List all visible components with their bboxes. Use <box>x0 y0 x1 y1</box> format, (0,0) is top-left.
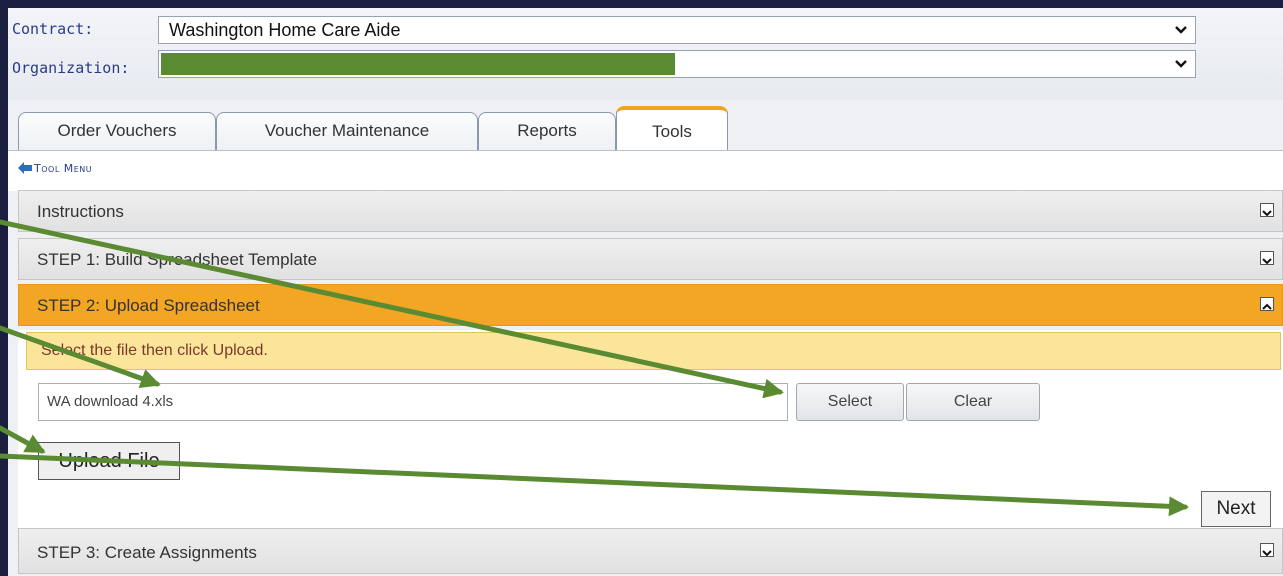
chevron-down-icon <box>1262 258 1272 265</box>
tab-tools[interactable]: Tools <box>616 106 728 152</box>
tab-voucher-maintenance[interactable]: Voucher Maintenance <box>216 112 478 150</box>
contract-select-value: Washington Home Care Aide <box>169 20 401 40</box>
app-window: Contract: Washington Home Care Aide Orga… <box>8 8 1283 576</box>
tab-reports[interactable]: Reports <box>478 112 616 150</box>
instruction-text: Select the file then click Upload. <box>41 342 268 359</box>
step3-panel-header[interactable]: STEP 3: Create Assignments <box>18 528 1283 574</box>
select-button[interactable]: Select <box>796 383 904 421</box>
chevron-up-icon <box>1262 303 1272 310</box>
chevron-down-icon <box>1175 60 1187 68</box>
step1-panel-header[interactable]: STEP 1: Build Spreadsheet Template <box>18 238 1283 280</box>
tool-menu-label: Tool Menu <box>34 162 93 175</box>
redacted-organization <box>161 53 675 75</box>
back-arrow-icon <box>18 162 32 174</box>
instructions-title: Instructions <box>37 202 124 221</box>
upload-file-button[interactable]: Upload File <box>38 442 180 480</box>
chevron-down-icon <box>1262 550 1272 557</box>
tab-order-vouchers[interactable]: Order Vouchers <box>18 112 216 150</box>
contract-select[interactable]: Washington Home Care Aide <box>158 16 1196 44</box>
step2-title: STEP 2: Upload Spreadsheet <box>37 296 260 315</box>
chevron-down-icon <box>1262 210 1272 217</box>
next-button[interactable]: Next <box>1201 491 1271 527</box>
step2-panel-header[interactable]: STEP 2: Upload Spreadsheet <box>18 284 1283 326</box>
chevron-down-icon <box>1175 26 1187 34</box>
organization-select[interactable] <box>158 50 1196 78</box>
instruction-banner: Select the file then click Upload. <box>26 332 1281 370</box>
tab-bar: Order Vouchers Voucher Maintenance Repor… <box>8 104 1283 152</box>
step3-title: STEP 3: Create Assignments <box>37 543 257 562</box>
instructions-panel-header[interactable]: Instructions <box>18 190 1283 232</box>
selection-header: Contract: Washington Home Care Aide Orga… <box>8 8 1283 100</box>
expand-button[interactable] <box>1260 251 1274 265</box>
expand-button[interactable] <box>1260 203 1274 217</box>
step2-content: Select the file then click Upload. WA do… <box>18 330 1283 528</box>
file-path-input[interactable]: WA download 4.xls <box>38 383 788 421</box>
step1-title: STEP 1: Build Spreadsheet Template <box>37 250 318 269</box>
organization-label: Organization: <box>12 59 130 77</box>
tool-menu-bar: Tool Menu <box>8 150 1283 191</box>
contract-label: Contract: <box>12 20 94 38</box>
tool-menu-link[interactable]: Tool Menu <box>18 162 92 175</box>
collapse-button[interactable] <box>1260 297 1274 311</box>
expand-button[interactable] <box>1260 543 1274 557</box>
clear-button[interactable]: Clear <box>906 383 1040 421</box>
